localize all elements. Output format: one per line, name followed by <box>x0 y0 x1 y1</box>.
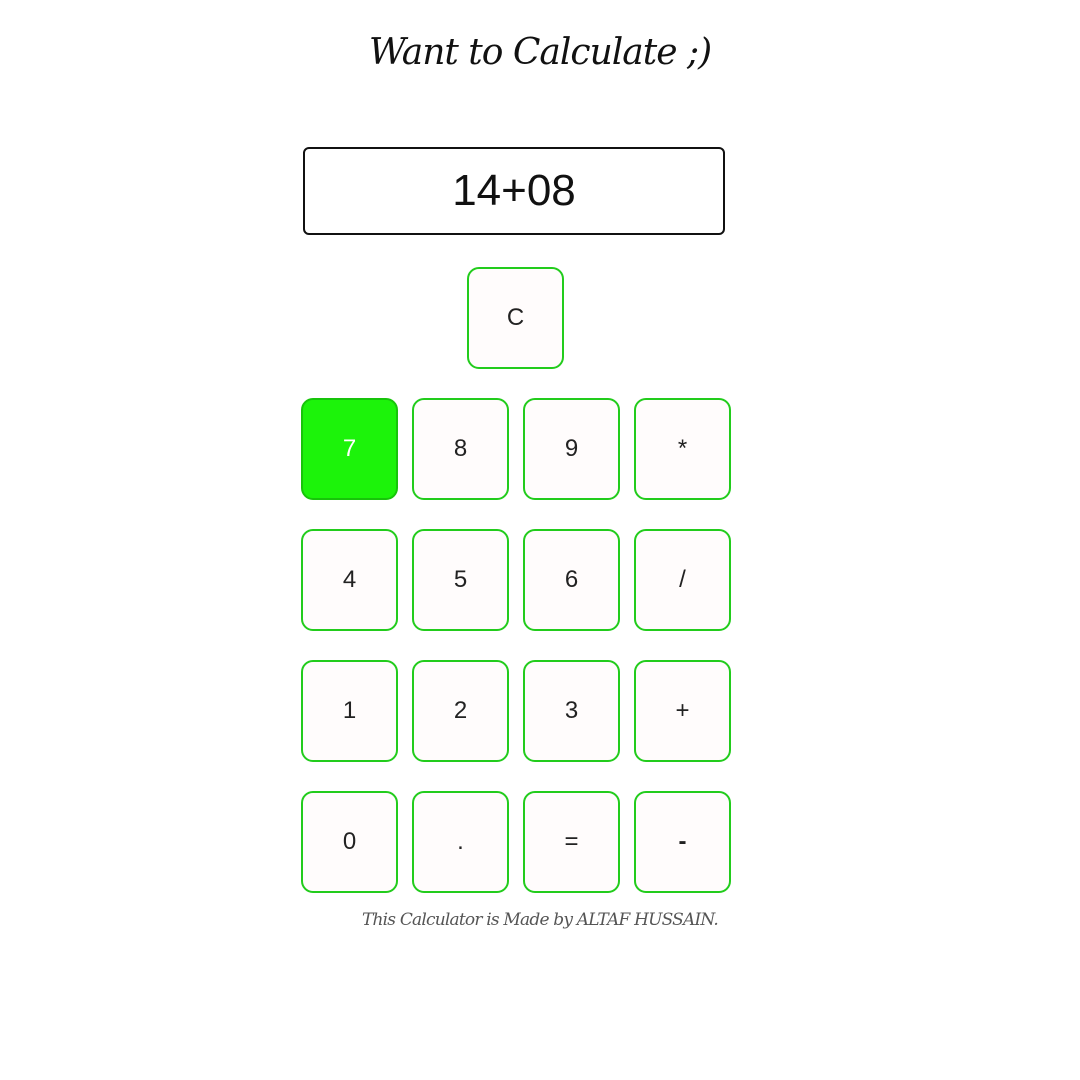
footer-credit: This Calculator is Made by ALTAF HUSSAIN… <box>361 910 719 930</box>
key-8-button[interactable]: 8 <box>412 398 509 500</box>
decimal-button[interactable]: . <box>412 791 509 893</box>
multiply-button[interactable]: * <box>634 398 731 500</box>
calculator-display[interactable]: 14+08 <box>303 147 725 235</box>
subtract-button[interactable]: - <box>634 791 731 893</box>
key-9-button[interactable]: 9 <box>523 398 620 500</box>
key-6-button[interactable]: 6 <box>523 529 620 631</box>
calculator-page: Want to Calculate ;) 14+08 C 7 8 9 * 4 5… <box>0 0 1080 1080</box>
clear-button[interactable]: C <box>467 267 564 369</box>
key-5-button[interactable]: 5 <box>412 529 509 631</box>
page-title: Want to Calculate ;) <box>368 32 712 73</box>
add-button[interactable]: + <box>634 660 731 762</box>
key-2-button[interactable]: 2 <box>412 660 509 762</box>
key-4-button[interactable]: 4 <box>301 529 398 631</box>
key-3-button[interactable]: 3 <box>523 660 620 762</box>
key-1-button[interactable]: 1 <box>301 660 398 762</box>
divide-button[interactable]: / <box>634 529 731 631</box>
key-0-button[interactable]: 0 <box>301 791 398 893</box>
key-7-button[interactable]: 7 <box>301 398 398 500</box>
equals-button[interactable]: = <box>523 791 620 893</box>
